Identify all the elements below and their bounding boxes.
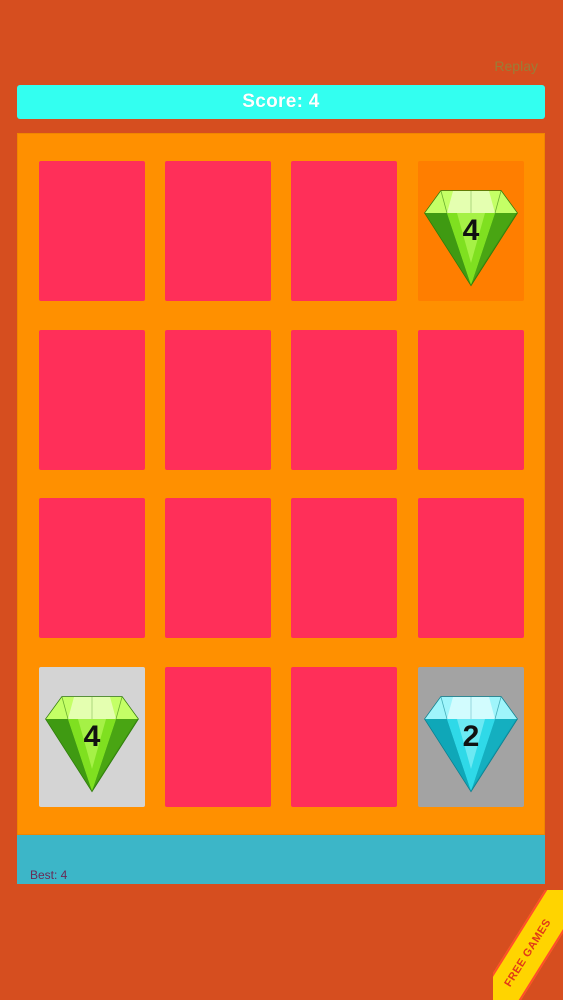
- tile-hidden[interactable]: [39, 161, 145, 301]
- tile-value: 4: [462, 214, 480, 247]
- tile-revealed[interactable]: 2: [418, 667, 524, 807]
- tile-value: 2: [462, 720, 480, 753]
- tile-hidden[interactable]: [291, 667, 397, 807]
- cyan-gem-icon: 2: [423, 679, 519, 795]
- best-score-text: Best: 4: [30, 868, 68, 882]
- tile-hidden[interactable]: [39, 330, 145, 470]
- tile-value: 4: [83, 720, 101, 753]
- green-gem-icon: 4: [44, 679, 140, 795]
- tile-hidden[interactable]: [291, 161, 397, 301]
- tile-hidden[interactable]: [165, 330, 271, 470]
- tile-revealed[interactable]: 4: [39, 667, 145, 807]
- tile-hidden[interactable]: [418, 498, 524, 638]
- replay-button[interactable]: Replay: [494, 58, 538, 74]
- score-bar: Score: 4: [17, 85, 545, 119]
- tile-hidden[interactable]: [165, 667, 271, 807]
- tile-hidden[interactable]: [165, 161, 271, 301]
- green-gem-icon: 4: [423, 173, 519, 289]
- score-text: Score: 4: [242, 91, 320, 112]
- tile-hidden[interactable]: [418, 330, 524, 470]
- tile-hidden[interactable]: [291, 330, 397, 470]
- tile-hidden[interactable]: [291, 498, 397, 638]
- free-games-label: FREE GAMES: [502, 916, 554, 990]
- tile-hidden[interactable]: [39, 498, 145, 638]
- tile-revealed[interactable]: 4: [418, 161, 524, 301]
- best-bar: Best: 4: [17, 835, 545, 884]
- free-games-ribbon: FREE GAMES: [493, 890, 563, 1000]
- game-board: 4 4 2: [17, 133, 545, 835]
- free-games-badge[interactable]: FREE GAMES: [493, 890, 563, 1000]
- tile-hidden[interactable]: [165, 498, 271, 638]
